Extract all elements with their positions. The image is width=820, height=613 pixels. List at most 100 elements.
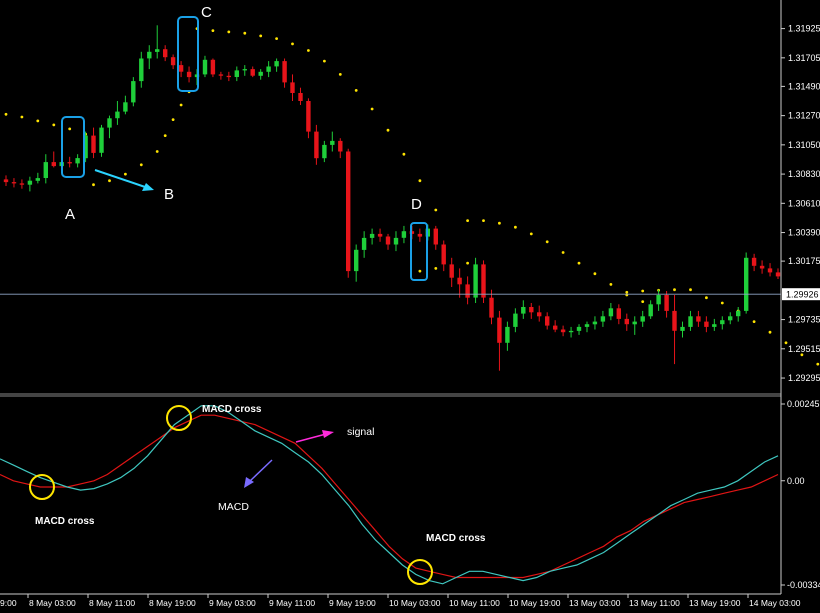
sar-dot bbox=[259, 34, 263, 38]
sar-dot bbox=[466, 261, 469, 265]
sar-dot bbox=[171, 118, 175, 121]
price-tick-label: 1.30830 bbox=[788, 169, 820, 179]
sar-dot bbox=[625, 290, 629, 294]
sar-dot bbox=[593, 272, 597, 276]
candle bbox=[744, 252, 749, 314]
time-tick-label: 10 May 03:00 bbox=[389, 598, 441, 608]
sar-dot bbox=[211, 29, 215, 32]
sar-dot bbox=[466, 219, 469, 223]
sar-dot bbox=[386, 128, 390, 132]
label-b: B bbox=[164, 186, 174, 203]
price-tick-label: 1.31050 bbox=[788, 140, 820, 150]
price-tick-label: 1.30610 bbox=[788, 198, 820, 208]
candle bbox=[210, 58, 216, 78]
price-tick-label: 1.29515 bbox=[788, 344, 820, 354]
sar-dot bbox=[307, 49, 310, 52]
sar-dot bbox=[108, 179, 111, 183]
sar-dot bbox=[641, 300, 645, 303]
label-d: D bbox=[411, 196, 422, 213]
sar-dot bbox=[784, 341, 788, 345]
sar-dot bbox=[434, 208, 438, 212]
current-price-badge: 1.29926 bbox=[782, 288, 820, 301]
label-c: C bbox=[201, 4, 212, 21]
sar-dot bbox=[124, 172, 127, 176]
sar-dot bbox=[68, 127, 72, 131]
macd-tick-label: 0.00 bbox=[787, 476, 805, 486]
sar-dot bbox=[529, 232, 533, 236]
sar-dot bbox=[545, 240, 549, 244]
sar-dot bbox=[4, 112, 8, 116]
sar-dot bbox=[52, 123, 56, 127]
time-tick-label: 13 May 03:00 bbox=[569, 598, 621, 608]
sar-dot bbox=[155, 150, 159, 153]
price-tick-label: 1.31705 bbox=[788, 53, 820, 63]
sar-dot bbox=[179, 103, 183, 107]
label-a: A bbox=[65, 206, 75, 223]
time-tick-label: 9 May 11:00 bbox=[269, 598, 315, 608]
macd-cross-label-3: MACD cross bbox=[426, 533, 486, 544]
sar-dot bbox=[800, 353, 804, 357]
price-tick-label: 1.31925 bbox=[788, 24, 820, 34]
sar-dot bbox=[227, 30, 231, 34]
time-tick-label: 13 May 19:00 bbox=[689, 598, 741, 608]
candle bbox=[346, 148, 351, 278]
sar-dot bbox=[768, 330, 772, 334]
signal-label: signal bbox=[347, 426, 374, 438]
price-tick-label: 1.31490 bbox=[788, 81, 820, 91]
price-tick-label: 1.29295 bbox=[788, 373, 820, 383]
time-tick-label: 8 May 19:00 bbox=[149, 598, 196, 608]
sar-dot bbox=[36, 119, 40, 123]
sar-dot bbox=[434, 267, 438, 270]
sar-dot bbox=[561, 251, 565, 254]
macd-label: MACD bbox=[218, 501, 249, 513]
sar-dot bbox=[720, 301, 724, 305]
sar-dot bbox=[418, 179, 422, 183]
candle bbox=[481, 260, 486, 303]
sar-dot bbox=[20, 115, 24, 119]
macd-tick-label: 0.002459 bbox=[787, 399, 820, 409]
time-tick-label: 13 May 11:00 bbox=[629, 598, 680, 608]
sar-dot bbox=[370, 107, 374, 111]
price-tick-label: 1.30175 bbox=[788, 256, 820, 266]
sar-dot bbox=[275, 37, 278, 40]
sar-dot bbox=[139, 163, 143, 167]
sar-dot bbox=[577, 261, 581, 265]
candle bbox=[473, 257, 478, 303]
chart-canvas: 1.31925 1.31705 1.31490 1.31270 1.31050 1.308… bbox=[0, 0, 820, 613]
sar-dot bbox=[163, 134, 167, 138]
time-tick-label: 14 May 03:00 bbox=[749, 598, 801, 608]
time-tick-label: 10 May 19:00 bbox=[509, 598, 561, 608]
current-price-label: 1.29926 bbox=[786, 290, 819, 300]
macd-tick-label: -0.00334 bbox=[787, 580, 820, 590]
sar-dot bbox=[816, 362, 820, 366]
sar-dot bbox=[514, 225, 517, 229]
sar-dot bbox=[498, 221, 501, 225]
sar-dot bbox=[291, 42, 294, 46]
sar-dot bbox=[609, 283, 613, 286]
time-tick-label: 8 May 03:00 bbox=[29, 598, 76, 608]
time-tick-label: 9 May 03:00 bbox=[209, 598, 256, 608]
sar-dot bbox=[354, 89, 358, 92]
sar-dot bbox=[323, 59, 326, 63]
sar-dot bbox=[673, 288, 676, 292]
price-tick-label: 1.30390 bbox=[788, 228, 820, 238]
macd-cross-label-2: MACD cross bbox=[202, 404, 262, 415]
time-tick-label: 10 May 11:00 bbox=[449, 598, 500, 608]
sar-dot bbox=[641, 289, 645, 293]
sar-dot bbox=[418, 269, 422, 273]
sar-dot bbox=[752, 320, 756, 323]
sar-dot bbox=[402, 152, 406, 156]
sar-dot bbox=[705, 296, 708, 300]
time-tick-label: 9:00 bbox=[0, 598, 17, 608]
price-tick-label: 1.29735 bbox=[788, 315, 820, 325]
price-tick-label: 1.31270 bbox=[788, 111, 820, 121]
sar-dot bbox=[243, 31, 247, 35]
sar-dot bbox=[689, 288, 692, 292]
candle bbox=[131, 77, 136, 107]
sar-dot bbox=[92, 183, 95, 187]
chart-background bbox=[0, 0, 820, 613]
time-tick-label: 9 May 19:00 bbox=[329, 598, 376, 608]
time-tick-label: 8 May 11:00 bbox=[89, 598, 135, 608]
candle bbox=[99, 124, 104, 157]
macd-cross-label-1: MACD cross bbox=[35, 516, 95, 527]
